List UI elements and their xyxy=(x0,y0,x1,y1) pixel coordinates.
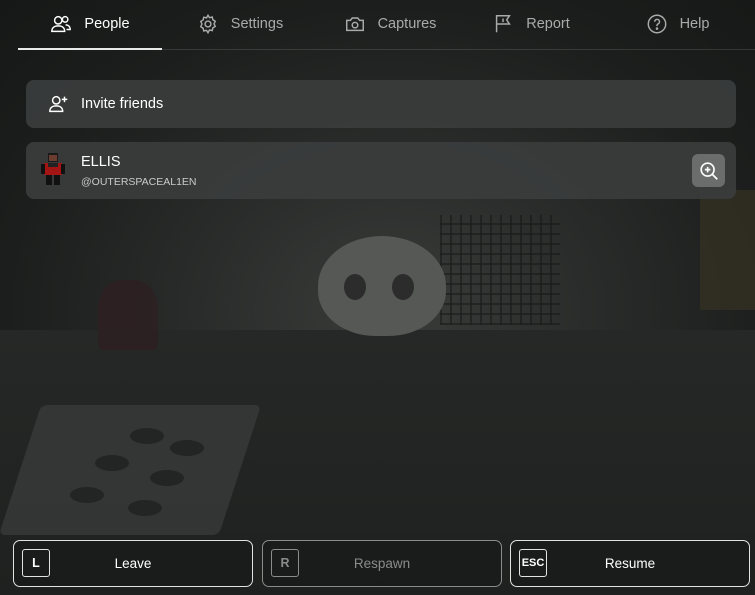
player-display-name: ELLIS xyxy=(81,154,121,170)
scene-mat-pad xyxy=(95,455,129,471)
help-icon xyxy=(646,13,668,35)
tab-label: Captures xyxy=(377,16,437,32)
resume-button[interactable]: ESC Resume xyxy=(510,540,750,587)
zoom-in-icon xyxy=(698,160,720,182)
tab-label: Report xyxy=(526,16,570,32)
scene-creature xyxy=(318,236,446,336)
scene-creature-eye xyxy=(392,274,414,300)
camera-icon xyxy=(344,13,366,35)
scene-mat-pad xyxy=(70,487,104,503)
scene-mat xyxy=(0,405,262,535)
add-friend-icon xyxy=(48,93,70,115)
avatar xyxy=(40,152,66,186)
tab-report[interactable]: Report xyxy=(476,0,586,48)
respawn-label: Respawn xyxy=(353,556,411,571)
tab-label: Help xyxy=(679,16,710,32)
inspect-player-button[interactable] xyxy=(692,154,725,187)
tab-help[interactable]: Help xyxy=(630,0,725,48)
resume-label: Resume xyxy=(604,556,656,571)
scene-lamp xyxy=(700,190,755,310)
tab-settings[interactable]: Settings xyxy=(180,0,300,48)
scene-plant xyxy=(98,280,158,350)
tab-captures[interactable]: Captures xyxy=(325,0,455,48)
scene-mat-pad xyxy=(128,500,162,516)
tab-label: Settings xyxy=(230,16,284,32)
scene-creature-eye xyxy=(344,274,366,300)
respawn-button[interactable]: R Respawn xyxy=(262,540,502,587)
invite-friends-button[interactable]: Invite friends xyxy=(26,80,736,128)
people-icon xyxy=(50,13,72,35)
scene-cage xyxy=(440,215,560,325)
tab-people[interactable]: People xyxy=(18,0,162,48)
gear-icon xyxy=(197,13,219,35)
leave-button[interactable]: L Leave xyxy=(13,540,253,587)
invite-friends-label: Invite friends xyxy=(81,96,164,112)
active-tab-indicator xyxy=(18,48,162,50)
top-nav: People Settings Captures Report Help xyxy=(0,0,755,50)
scene-mat-pad xyxy=(170,440,204,456)
player-row[interactable]: ELLIS @OUTERSPACEAL1EN xyxy=(26,142,736,199)
flag-icon xyxy=(492,13,514,35)
leave-label: Leave xyxy=(114,556,152,571)
tab-label: People xyxy=(84,16,130,32)
scene-mat-pad xyxy=(130,428,164,444)
player-username: @OUTERSPACEAL1EN xyxy=(81,176,197,188)
scene-mat-pad xyxy=(150,470,184,486)
